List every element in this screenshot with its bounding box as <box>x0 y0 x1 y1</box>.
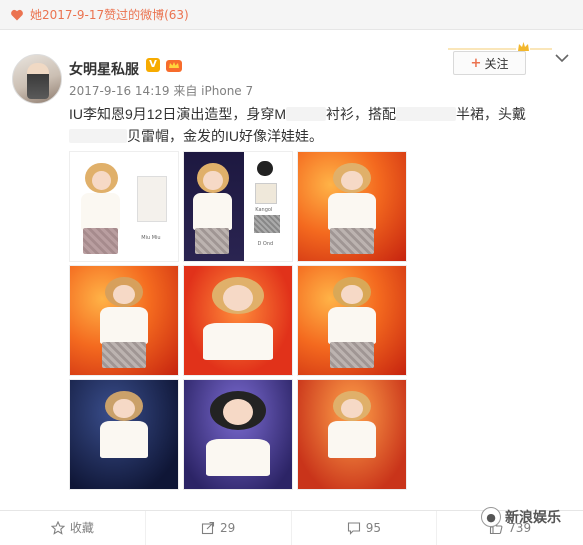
post-image[interactable] <box>297 265 407 376</box>
comment-icon <box>347 521 360 535</box>
post-image[interactable] <box>69 379 179 490</box>
post-text-part: 衬衫，搭配 <box>326 106 397 122</box>
comment-count: 95 <box>365 520 382 535</box>
post-image[interactable]: Kangol D Ond <box>183 151 293 262</box>
post-image[interactable]: Miu Miu <box>69 151 179 262</box>
author-name[interactable]: 女明星私服 <box>69 59 139 79</box>
verified-badge-icon: V <box>146 58 160 72</box>
timestamp[interactable]: 2017-9-16 14:19 <box>69 84 170 98</box>
post-text-part: 贝雷帽，金发的IU好像洋娃娃。 <box>127 128 323 144</box>
post-image[interactable] <box>69 265 179 376</box>
image-caption: D Ond <box>257 241 274 248</box>
wechat-logo-icon: ● <box>481 507 501 527</box>
favorite-label: 收藏 <box>69 521 94 535</box>
watermark-text: 新浪娱乐 <box>505 510 561 526</box>
liked-header-text: 她2017-9-17赞过的微博(63) <box>30 8 189 22</box>
favorite-button[interactable]: 收藏 <box>0 510 146 545</box>
liked-header[interactable]: 她2017-9-17赞过的微博(63) <box>0 0 583 30</box>
image-grid: Miu Miu Kangol D Ond <box>69 151 409 490</box>
member-crown-icon <box>166 60 182 72</box>
follow-label: 关注 <box>484 56 509 71</box>
redacted-block <box>286 107 327 121</box>
chevron-down-icon[interactable] <box>555 53 569 63</box>
image-caption: Miu Miu <box>141 234 161 241</box>
post-image[interactable] <box>183 265 293 376</box>
image-caption: Kangol <box>255 206 273 213</box>
post-text-part: 半裙，头戴 <box>456 106 527 122</box>
post-image[interactable] <box>297 379 407 490</box>
sina-ent-watermark: ● 新浪娱乐 <box>481 507 561 527</box>
source-device[interactable]: iPhone 7 <box>201 84 253 98</box>
post-meta: 2017-9-16 14:19 来自 iPhone 7 <box>69 82 253 99</box>
comment-button[interactable]: 95 <box>292 510 438 545</box>
post-image[interactable] <box>297 151 407 262</box>
post-text: IU李知恩9月12日演出造型，身穿M 衬衫，搭配 半裙，头戴贝雷帽，金发的IU好像洋… <box>69 103 564 147</box>
share-icon <box>201 521 215 534</box>
post-text-part: IU李知恩9月12日演出造型，身穿M <box>69 106 287 122</box>
follow-button[interactable]: + 关注 <box>453 51 526 75</box>
heart-icon <box>11 9 23 20</box>
star-icon <box>50 520 65 535</box>
source-prefix: 来自 <box>173 84 198 98</box>
weibo-post-card: 女明星私服 V + 关注 2017-9-16 14:19 来自 iPhone 7… <box>0 31 583 545</box>
share-button[interactable]: 29 <box>146 510 292 545</box>
redacted-block <box>396 107 457 121</box>
plus-icon: + <box>470 55 482 71</box>
redacted-block <box>69 129 127 143</box>
avatar[interactable] <box>12 54 62 104</box>
post-image[interactable] <box>183 379 293 490</box>
share-count: 29 <box>219 520 236 535</box>
